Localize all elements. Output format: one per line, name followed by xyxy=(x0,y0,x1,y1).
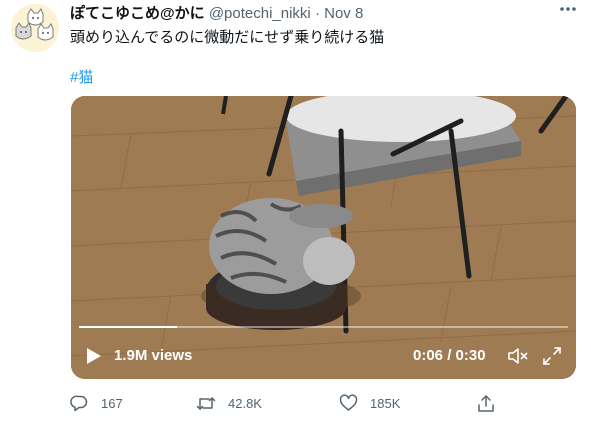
retweet-icon xyxy=(196,396,216,410)
like-button[interactable]: 185K xyxy=(339,392,400,414)
reply-count: 167 xyxy=(101,395,123,411)
share-icon xyxy=(478,394,494,412)
mute-button[interactable] xyxy=(507,346,529,366)
tweet-actions: 167 42.8K 185K xyxy=(0,392,591,416)
play-button[interactable] xyxy=(85,346,103,366)
display-name[interactable]: ぽてこゆこめ@かに xyxy=(70,5,205,22)
retweet-count: 42.8K xyxy=(228,395,262,411)
view-count: 1.9M views xyxy=(114,347,193,364)
volume-muted-icon xyxy=(508,348,528,364)
time-readout: 0:06 / 0:30 xyxy=(413,347,486,364)
like-icon xyxy=(339,394,358,411)
retweet-button[interactable]: 42.8K xyxy=(196,392,262,414)
progress-bar[interactable] xyxy=(79,326,568,328)
reply-icon xyxy=(70,395,88,411)
fullscreen-icon xyxy=(543,347,561,365)
tweet-header: ぽてこゆこめ@かに @potechi_nikki · Nov 8 xyxy=(70,2,363,23)
separator-dot: · xyxy=(314,5,320,22)
tweet-text: 頭めり込んでるのに微動だにせず乗り続ける猫 xyxy=(70,29,385,46)
fullscreen-button[interactable] xyxy=(542,346,562,366)
reply-button[interactable]: 167 xyxy=(70,392,123,414)
share-button[interactable] xyxy=(477,392,507,414)
like-count: 185K xyxy=(370,395,401,411)
more-horizontal-icon xyxy=(560,7,576,11)
more-options-button[interactable] xyxy=(555,0,581,22)
avatar[interactable] xyxy=(11,4,59,52)
hashtag-link[interactable]: #猫 xyxy=(70,66,93,87)
user-handle[interactable]: @potechi_nikki xyxy=(209,5,311,22)
video-player[interactable]: 1.9M views 0:06 / 0:30 xyxy=(71,96,576,379)
play-icon xyxy=(87,348,101,364)
progress-fill xyxy=(79,326,177,328)
avatar-cats-icon xyxy=(11,4,59,52)
tweet-date[interactable]: Nov 8 xyxy=(324,5,363,22)
video-frame xyxy=(71,96,576,379)
